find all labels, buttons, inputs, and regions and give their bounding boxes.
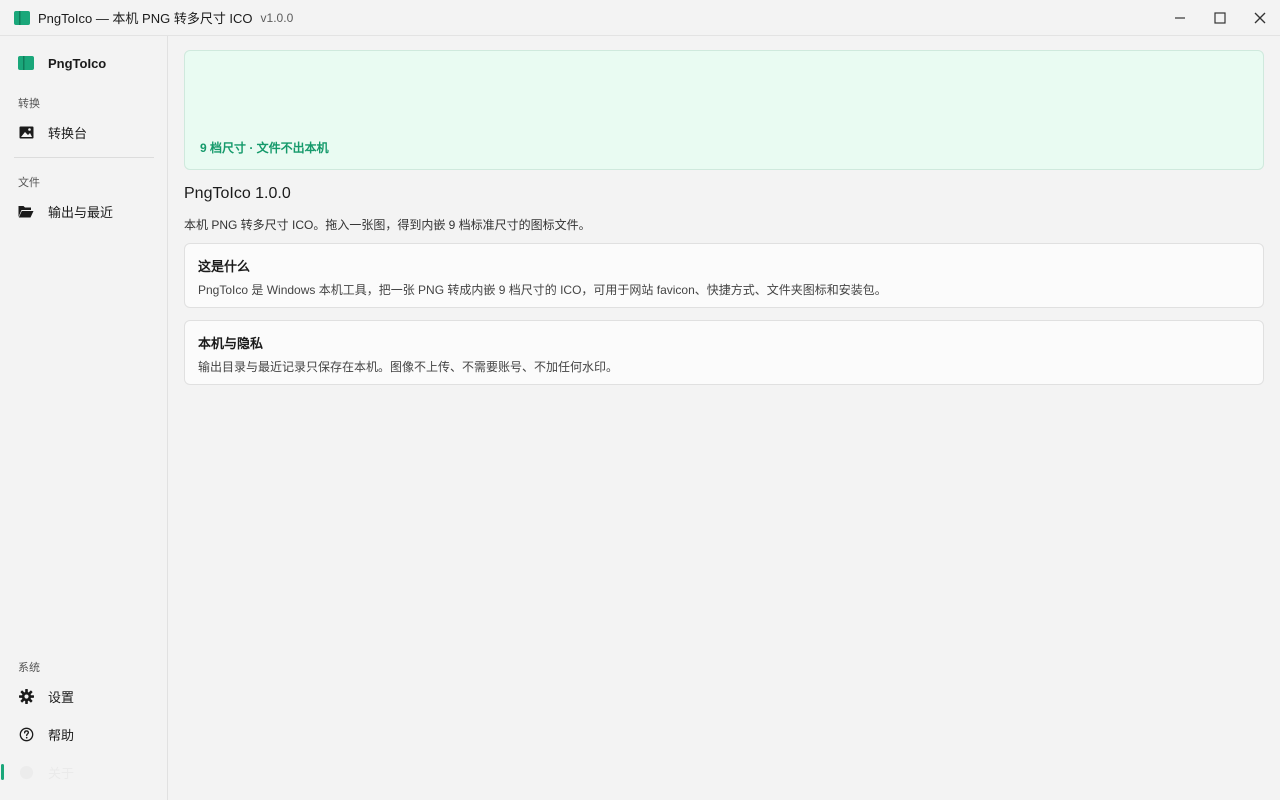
info-icon	[18, 764, 34, 780]
section-label-files: 文件	[18, 177, 40, 189]
sidebar-item-output-recent[interactable]: 输出与最近	[4, 194, 162, 228]
sidebar-item-settings[interactable]: 设置	[4, 679, 162, 713]
close-button[interactable]	[1240, 0, 1280, 36]
page-description: 本机 PNG 转多尺寸 ICO。拖入一张图，得到内嵌 9 档标准尺寸的图标文件。	[184, 218, 591, 232]
section-label-convert: 转换	[18, 98, 40, 110]
info-card-privacy: 本机与隐私 输出目录与最近记录只保存在本机。图像不上传、不需要账号、不加任何水印…	[184, 320, 1264, 385]
hero-banner: 9 档尺寸 · 文件不出本机	[184, 50, 1264, 170]
sidebar-item-label: 转换台	[48, 125, 88, 141]
card-body: PngToIco 是 Windows 本机工具，把一张 PNG 转成内嵌 9 档…	[198, 283, 887, 297]
folder-open-icon	[18, 203, 34, 219]
sidebar-item-label: 设置	[48, 689, 75, 705]
brand-logo-icon	[18, 56, 34, 70]
brand-label: PngToIco	[48, 55, 107, 71]
card-title: 本机与隐私	[198, 336, 264, 351]
sidebar-item-help[interactable]: 帮助	[4, 717, 162, 751]
maximize-icon	[1214, 12, 1226, 24]
window-controls	[1160, 0, 1280, 36]
image-icon	[18, 124, 34, 140]
info-card-what: 这是什么 PngToIco 是 Windows 本机工具，把一张 PNG 转成内…	[184, 243, 1264, 308]
gear-icon	[18, 688, 34, 704]
sidebar: PngToIco 转换 转换台 文件 输出与最近 系统 设置 帮助 关于	[0, 36, 168, 800]
brand: PngToIco	[18, 54, 106, 72]
sidebar-item-label: 输出与最近	[48, 204, 114, 220]
close-icon	[1254, 12, 1266, 24]
window-title: PngToIco — 本机 PNG 转多尺寸 ICO	[38, 11, 253, 26]
hero-text: 9 档尺寸 · 文件不出本机	[200, 141, 329, 155]
maximize-button[interactable]	[1200, 0, 1240, 36]
sidebar-divider	[14, 157, 154, 158]
sidebar-item-convert[interactable]: 转换台	[4, 115, 162, 149]
card-title: 这是什么	[198, 259, 251, 274]
sidebar-item-about[interactable]: 关于	[4, 755, 162, 789]
card-body: 输出目录与最近记录只保存在本机。图像不上传、不需要账号、不加任何水印。	[198, 360, 619, 374]
sidebar-item-label: 关于	[48, 765, 75, 781]
sidebar-item-label: 帮助	[48, 727, 75, 743]
main-content: 9 档尺寸 · 文件不出本机 PngToIco 1.0.0 本机 PNG 转多尺…	[168, 36, 1280, 800]
page-title: PngToIco 1.0.0	[184, 185, 291, 202]
minimize-button[interactable]	[1160, 0, 1200, 36]
minimize-icon	[1175, 17, 1185, 19]
help-circle-icon	[18, 726, 34, 742]
window-version: v1.0.0	[260, 10, 294, 25]
section-label-system: 系统	[18, 662, 40, 674]
title-bar: PngToIco — 本机 PNG 转多尺寸 ICO v1.0.0	[0, 0, 1280, 36]
app-logo-icon	[14, 10, 30, 25]
